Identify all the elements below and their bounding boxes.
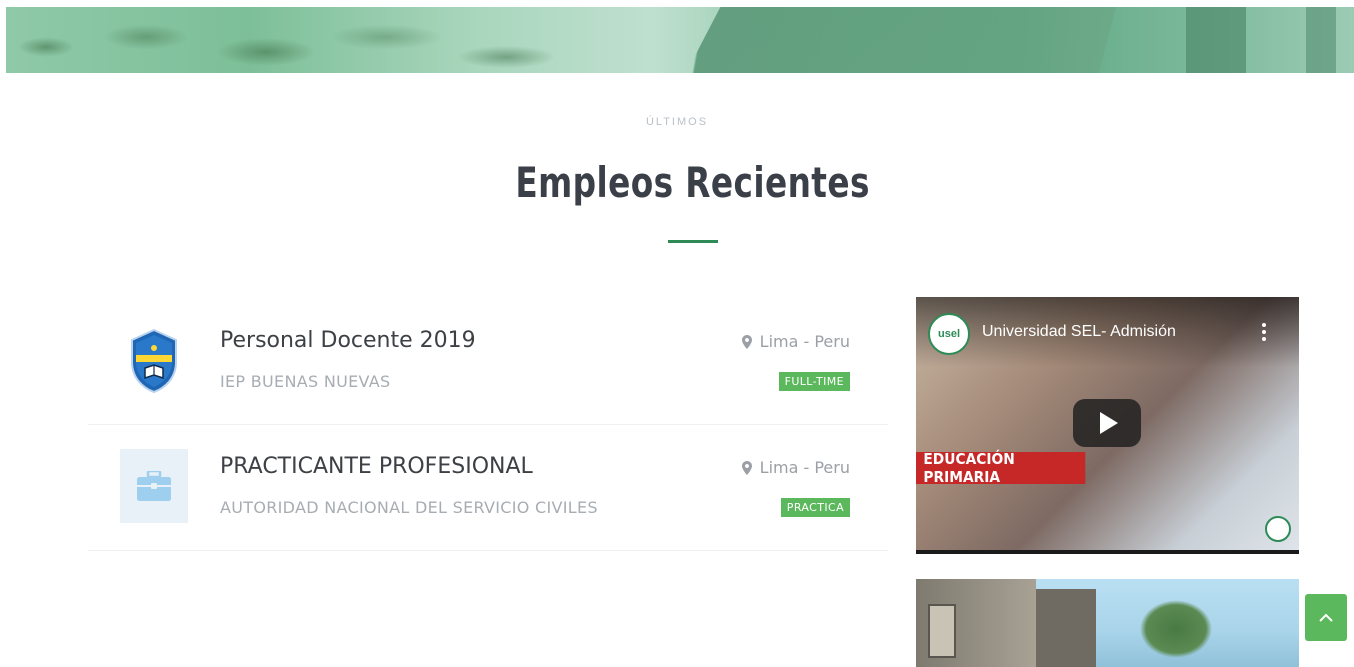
video-bottom-bar: [916, 550, 1299, 554]
company-logo: [120, 449, 188, 523]
briefcase-icon: [137, 471, 171, 501]
job-company: IEP BUENAS NUEVAS: [220, 372, 391, 391]
video-embed[interactable]: usel Universidad SEL- Admisión EDUCACIÓN…: [916, 297, 1299, 554]
hero-building: [686, 7, 1116, 73]
play-icon: [1100, 412, 1118, 434]
hero-pillar: [1306, 7, 1336, 73]
job-type-badge: PRACTICA: [780, 498, 850, 517]
job-listing[interactable]: PRACTICANTE PROFESIONAL AUTORIDAD NACION…: [88, 424, 888, 551]
job-location-text: Lima - Peru: [759, 458, 850, 477]
job-listing[interactable]: Personal Docente 2019 IEP BUENAS NUEVAS …: [88, 298, 888, 425]
map-marker-icon: [741, 334, 752, 349]
hero-pillar: [1186, 7, 1246, 73]
section-divider: [668, 240, 718, 243]
more-options-icon[interactable]: [1257, 323, 1271, 341]
video-caption: EDUCACIÓN PRIMARIA: [916, 450, 1086, 486]
video-title[interactable]: Universidad SEL- Admisión: [982, 323, 1176, 341]
job-type-badge: FULL-TIME: [778, 372, 850, 391]
chevron-up-icon: [1319, 613, 1333, 622]
hero-foliage: [6, 7, 626, 73]
watermark-logo: [1265, 516, 1291, 542]
job-title[interactable]: Personal Docente 2019: [220, 328, 476, 353]
back-to-top-button[interactable]: [1305, 594, 1347, 641]
building-window: [928, 604, 956, 658]
section-subtitle: ÚLTIMOS: [645, 116, 709, 128]
play-button[interactable]: [1073, 399, 1141, 447]
map-marker-icon: [741, 460, 752, 475]
job-location-text: Lima - Peru: [759, 332, 850, 351]
job-location: Lima - Peru: [741, 332, 850, 351]
tree: [1121, 584, 1231, 667]
company-logo: [120, 324, 188, 398]
job-location: Lima - Peru: [741, 458, 850, 477]
job-company: AUTORIDAD NACIONAL DEL SERVICIO CIVILES: [220, 498, 598, 517]
hero-banner: [6, 7, 1354, 73]
section-title: Empleos Recientes: [515, 158, 870, 207]
job-title[interactable]: PRACTICANTE PROFESIONAL: [220, 454, 533, 479]
campus-photo: [916, 579, 1299, 667]
school-shield-icon: [131, 328, 177, 394]
building-wall: [1036, 589, 1096, 667]
channel-avatar[interactable]: usel: [928, 313, 970, 355]
